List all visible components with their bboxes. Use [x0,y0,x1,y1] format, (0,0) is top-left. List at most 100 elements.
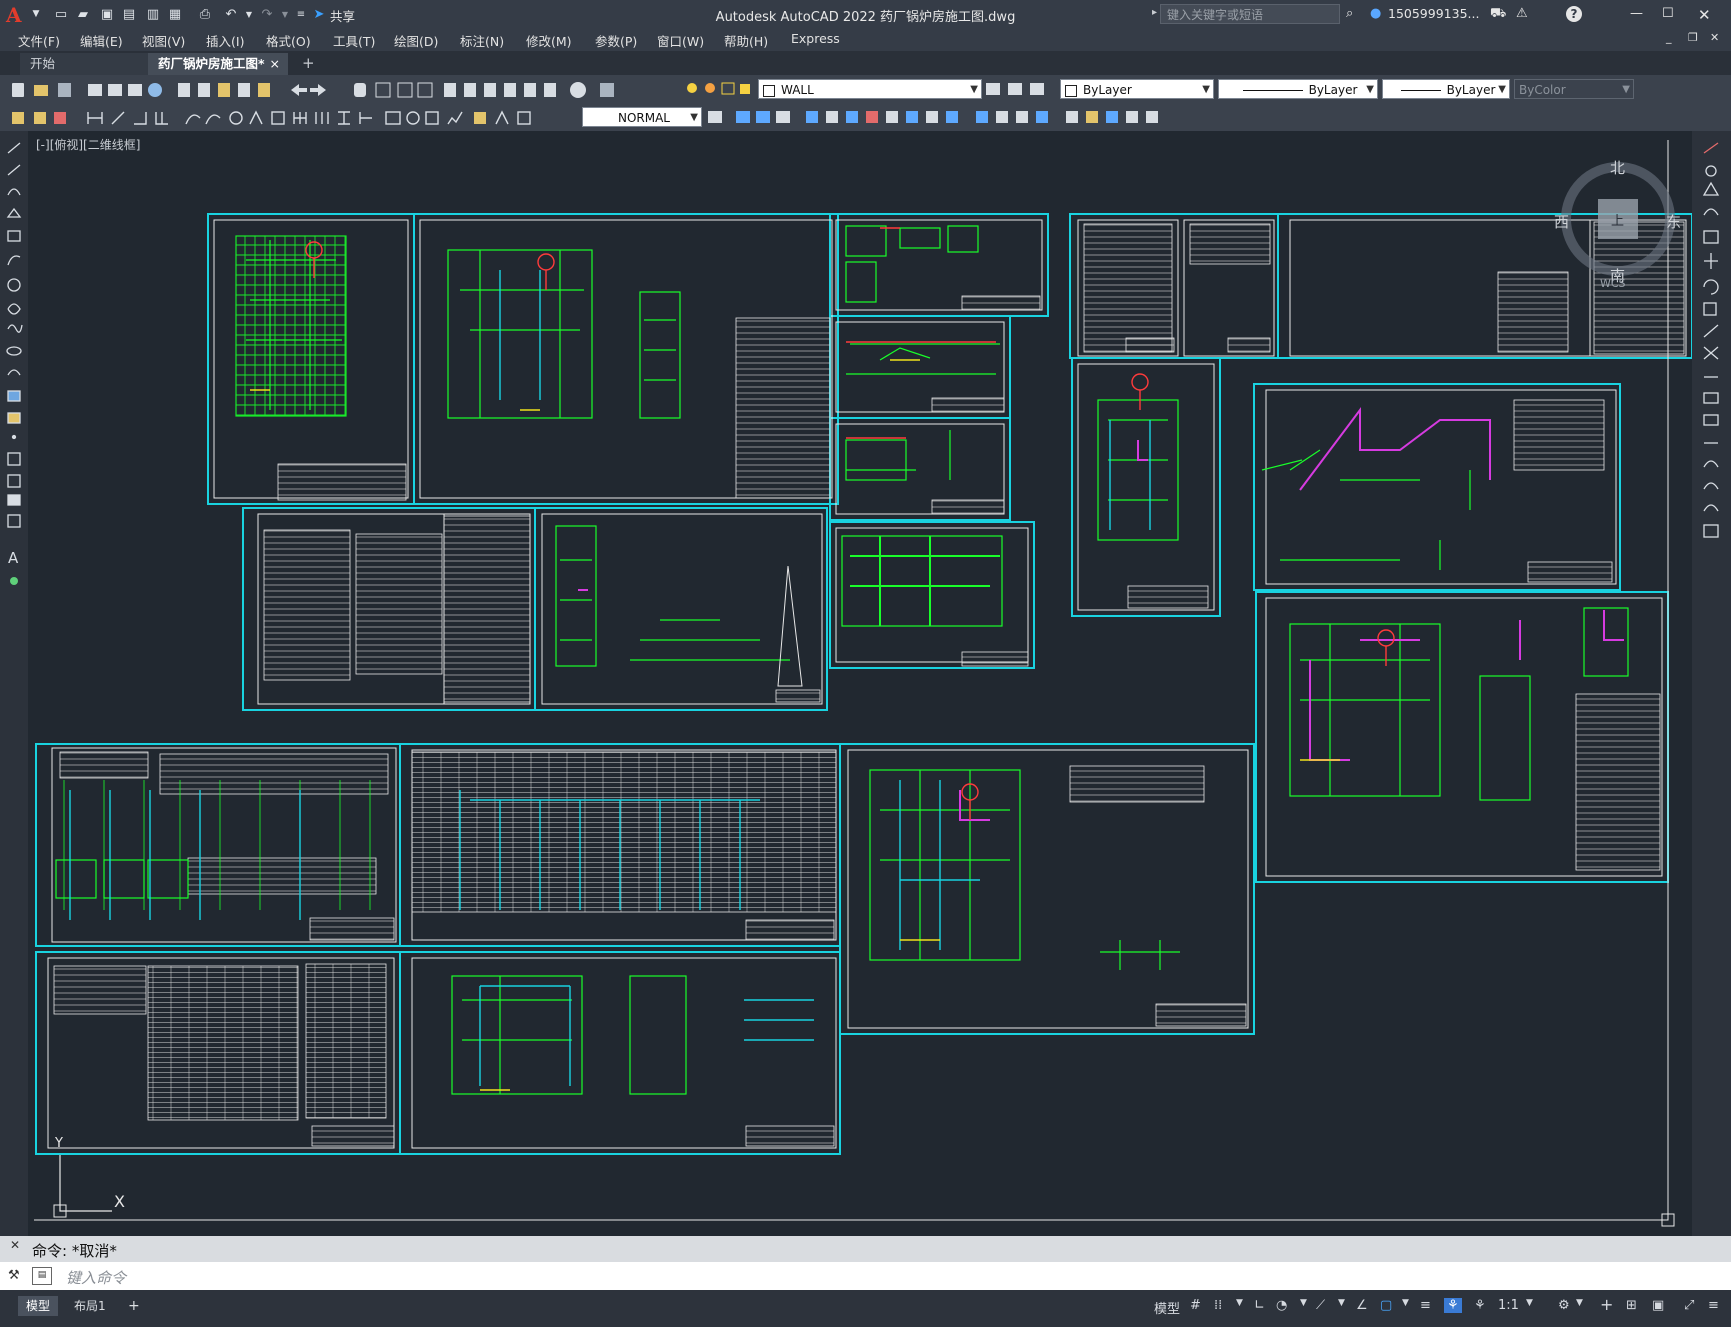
menu-view[interactable]: 视图(V) [142,31,185,50]
layout-tab-layout1[interactable]: 布局1 [66,1296,114,1316]
draw-tool-icons[interactable]: A [0,131,28,591]
plotstyle-dropdown[interactable]: ByColor ▼ [1514,79,1634,99]
dimension-toolbar-icons[interactable] [8,108,578,128]
share-button[interactable]: 共享 [330,6,355,25]
search-icon[interactable]: ⌕ [1346,6,1353,21]
customize-command-icon[interactable]: ⚒ [8,1268,20,1283]
tab-start[interactable]: 开始 [20,53,150,75]
isodraft-icon[interactable]: ∠ [1356,1298,1368,1313]
linetype-dropdown[interactable]: ByLayer ▼ [1218,79,1378,99]
osnap-tracking-icon[interactable]: ⟋ [1316,1298,1325,1313]
menu-dimension[interactable]: 标注(N) [460,31,504,50]
layer-tools-icons[interactable] [984,79,1054,99]
viewcube[interactable]: 北 西 南 东 上 WCS [1554,153,1684,293]
search-expand-icon[interactable]: ▸ [1152,7,1157,18]
undo-dropdown-icon[interactable]: ▼ [240,5,258,23]
app-menu-chevron-icon[interactable]: ▼ [27,5,45,23]
menu-draw[interactable]: 绘图(D) [394,31,438,50]
osnap-mode-dropdown-icon[interactable]: ▼ [1402,1298,1409,1308]
layout-tab-model[interactable]: 模型 [18,1296,59,1316]
quick-properties-icon[interactable]: ▣ [1652,1298,1664,1313]
customize-qat-icon[interactable]: ≡ [292,5,310,23]
menu-help[interactable]: 帮助(H) [724,31,768,50]
menu-tools[interactable]: 工具(T) [333,31,375,50]
menu-parametric[interactable]: 参数(P) [595,31,637,50]
menu-modify[interactable]: 修改(M) [526,31,572,50]
layer-dropdown[interactable]: WALL ▼ [758,79,982,99]
osnap-icon[interactable]: ▢ [1380,1298,1392,1313]
menu-window[interactable]: 窗口(W) [657,31,704,50]
doc-minimize-icon[interactable]: _ [1666,31,1672,44]
annotation-monitor-icon[interactable]: + [1600,1295,1613,1314]
ortho-icon[interactable]: ∟ [1254,1298,1265,1313]
viewcube-east-label[interactable]: 东 [1666,211,1681,232]
workspace-dropdown-icon[interactable]: ▼ [1576,1298,1583,1308]
undo-icon[interactable]: ↶ [222,5,240,23]
menu-insert[interactable]: 插入(I) [206,31,244,50]
auto-scale-icon[interactable]: ⚘ [1474,1298,1486,1313]
layer-state-icons[interactable] [682,79,762,99]
autocad-logo-icon[interactable]: A [6,3,28,27]
grid-icon[interactable]: # [1190,1298,1201,1313]
save-as-icon[interactable]: ▤ [120,5,138,23]
share-icon[interactable]: ➤ [310,5,328,23]
units-icon[interactable]: ⊞ [1626,1298,1637,1313]
menu-edit[interactable]: 编辑(E) [80,31,123,50]
maximize-icon[interactable]: ☐ [1662,6,1674,21]
scale-dropdown-icon[interactable]: ▼ [1526,1298,1533,1308]
wcs-menu[interactable]: WCS [1600,277,1626,290]
redo-icon[interactable]: ↷ [258,5,276,23]
add-layout-button[interactable]: + [120,1296,148,1316]
new-tab-button[interactable]: + [302,54,315,72]
doc-close-icon[interactable]: ✕ [1710,31,1719,44]
command-input[interactable]: 键入命令 [66,1267,126,1288]
command-close-icon[interactable]: ✕ [10,1238,20,1252]
close-icon[interactable]: ✕ [1698,6,1711,24]
drawing-sheets[interactable] [28,131,1692,1236]
standard-toolbar-icons[interactable] [8,80,648,100]
color-dropdown[interactable]: ByLayer ▼ [1060,79,1214,99]
save-to-web-icon[interactable]: ▦ [166,5,184,23]
chevron-down-icon: ▼ [1498,84,1506,95]
modify-tool-icons[interactable] [1692,131,1731,551]
user-icon[interactable]: ● [1370,6,1381,21]
plot-icon[interactable]: ⎙ [196,5,214,23]
snap-icon[interactable]: ⁞⁞ [1214,1298,1222,1313]
doc-restore-icon[interactable]: ❐ [1688,31,1698,44]
user-account[interactable]: 1505999135... [1388,6,1479,21]
viewcube-west-label[interactable]: 西 [1554,211,1569,232]
menu-format[interactable]: 格式(O) [266,31,311,50]
annotation-visibility-icon[interactable]: ⚘ [1444,1298,1462,1313]
model-space-toggle[interactable]: 模型 [1154,1298,1180,1317]
menu-express[interactable]: Express [791,31,840,46]
autodesk-app-icon[interactable]: ⚠ [1516,6,1528,21]
polar-icon[interactable]: ◔ [1276,1298,1287,1313]
open-file-icon[interactable]: ▰ [74,5,92,23]
cart-icon[interactable]: ⛟ [1490,6,1506,23]
viewport-controls-label[interactable]: [-][俯视][二维线框] [36,136,140,153]
snap-dropdown-icon[interactable]: ▼ [1236,1298,1243,1308]
minimize-icon[interactable]: — [1630,6,1643,21]
help-icon[interactable]: ? [1566,6,1582,22]
polar-dropdown-icon[interactable]: ▼ [1300,1298,1307,1308]
menu-file[interactable]: 文件(F) [18,31,60,50]
osnap-dropdown-icon[interactable]: ▼ [1338,1298,1345,1308]
search-input[interactable]: 键入关键字或短语 [1160,4,1340,24]
tab-drawing[interactable]: 药厂锅炉房施工图* × [148,53,288,75]
viewcube-north-label[interactable]: 北 [1610,157,1625,178]
recent-commands-icon[interactable]: ▤ [32,1267,52,1285]
tab-close-icon[interactable]: × [270,53,280,75]
model-space-canvas[interactable]: [-][俯视][二维线框] 北 西 南 东 上 WCS Y X [28,131,1692,1236]
open-from-web-icon[interactable]: ▥ [144,5,162,23]
annotation-scale[interactable]: 1:1 [1498,1298,1519,1313]
customize-status-icon[interactable]: ≡ [1708,1298,1719,1313]
save-icon[interactable]: ▣ [98,5,116,23]
modify-toolbar-icons[interactable] [706,107,1226,127]
text-style-dropdown[interactable]: NORMAL ▼ [582,107,702,127]
workspace-gear-icon[interactable]: ⚙ [1558,1298,1570,1313]
lineweight-icon[interactable]: ≡ [1420,1298,1431,1313]
viewcube-top-face[interactable]: 上 [1611,210,1624,229]
fullscreen-icon[interactable]: ⤢ [1684,1298,1694,1313]
new-file-icon[interactable]: ▭ [52,5,70,23]
lineweight-dropdown[interactable]: ByLayer ▼ [1382,79,1510,99]
